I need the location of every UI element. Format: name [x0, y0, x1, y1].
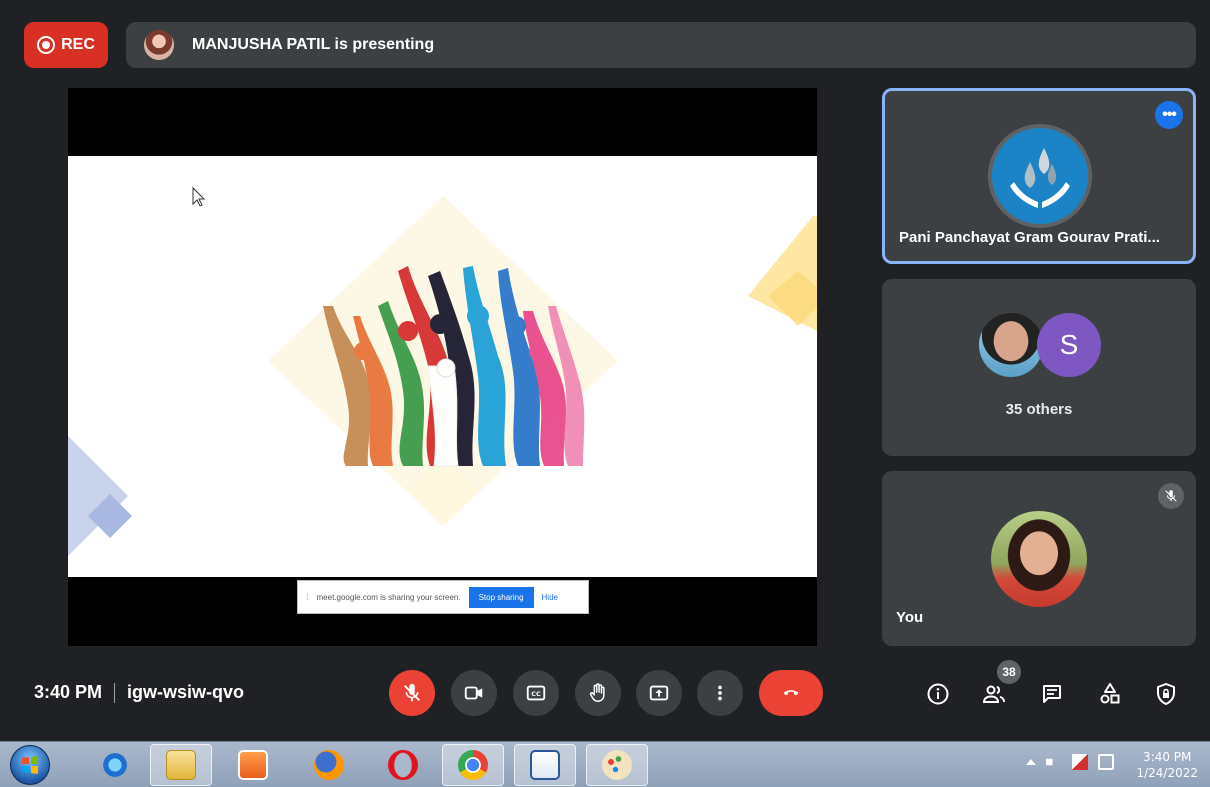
chrome-icon: [458, 750, 488, 780]
system-tray: [1026, 754, 1114, 770]
others-tile[interactable]: S 35 others: [882, 279, 1196, 456]
screen-share-notice: ⁞ meet.google.com is sharing your screen…: [297, 580, 589, 614]
svg-text:CC: CC: [531, 690, 541, 698]
clock-date: 1/24/2022: [1136, 766, 1198, 780]
divider: [114, 682, 116, 703]
meeting-info: 3:40 PM igw-wsiw-qvo: [34, 682, 244, 703]
media-player-icon: [238, 750, 268, 780]
meeting-code: igw-wsiw-qvo: [127, 682, 245, 702]
self-avatar: [991, 511, 1087, 607]
start-button[interactable]: [10, 745, 50, 785]
participant-avatar: [979, 313, 1043, 377]
meeting-details-button[interactable]: [924, 680, 952, 708]
more-options-icon[interactable]: •••: [1155, 101, 1183, 129]
self-label: You: [896, 609, 924, 626]
network-icon[interactable]: [1098, 754, 1114, 770]
vertical-dots-icon: [718, 685, 722, 701]
end-call-icon: [783, 690, 799, 696]
paint-icon: [602, 750, 632, 780]
firefox-icon: [314, 750, 344, 780]
taskbar-firefox[interactable]: [298, 744, 360, 786]
shapes-icon: [1100, 683, 1120, 704]
windows-taskbar: 3:40 PM 1/24/2022: [0, 741, 1210, 787]
meeting-time: 3:40 PM: [34, 682, 103, 702]
file-explorer-icon: [166, 750, 196, 780]
taskbar-paint[interactable]: [586, 744, 648, 786]
camera-toggle-button[interactable]: [451, 670, 497, 716]
show-hidden-icons[interactable]: [1026, 759, 1036, 765]
hand-icon: [589, 683, 605, 702]
taskbar-chrome[interactable]: [442, 744, 504, 786]
record-icon: [37, 36, 56, 54]
closed-captions-icon: CC: [526, 685, 546, 701]
windows-logo-icon: [22, 756, 38, 774]
taskbar-file-explorer[interactable]: [150, 744, 212, 786]
present-icon: [649, 685, 669, 701]
clock-time: 3:40 PM: [1143, 750, 1192, 764]
presenter-text: MANJUSHA PATIL is presenting: [192, 36, 435, 53]
opera-icon: [388, 750, 418, 780]
participant-name: Pani Panchayat Gram Gourav Prati...: [899, 229, 1160, 246]
hide-button[interactable]: Hide: [542, 593, 558, 602]
people-icon: [982, 685, 1005, 703]
taskbar-opera[interactable]: [372, 744, 434, 786]
presenter-avatar: [144, 30, 174, 60]
taskbar-word[interactable]: [514, 744, 576, 786]
more-options-button[interactable]: [697, 670, 743, 716]
leave-call-button[interactable]: [759, 670, 823, 716]
cursor-icon: [192, 186, 206, 207]
mic-off-icon: [404, 683, 420, 702]
internet-explorer-icon: [100, 750, 130, 780]
others-count-label: 35 others: [1005, 401, 1073, 418]
participants-button[interactable]: [980, 680, 1008, 708]
action-center-flag-icon[interactable]: [1072, 754, 1088, 770]
rec-label: REC: [61, 36, 95, 53]
participant-logo: [988, 124, 1092, 228]
activities-button[interactable]: [1096, 680, 1124, 708]
chat-icon: [1043, 685, 1061, 703]
share-notice-text: meet.google.com is sharing your screen.: [316, 592, 461, 602]
slide-artwork: [68, 186, 817, 556]
muted-mic-icon: [1158, 483, 1184, 509]
info-icon: [927, 683, 949, 705]
presenter-banner: MANJUSHA PATIL is presenting: [126, 22, 1196, 68]
stop-sharing-button[interactable]: Stop sharing: [468, 586, 534, 608]
word-icon: [530, 750, 560, 780]
present-screen-button[interactable]: [636, 670, 682, 716]
participants-count-badge: 38: [997, 660, 1021, 684]
captions-button[interactable]: CC: [513, 670, 559, 716]
pinned-participant-tile[interactable]: ••• Pani Panchayat Gram Gourav Prati...: [882, 88, 1196, 264]
camera-icon: [464, 686, 483, 700]
recording-indicator[interactable]: REC: [24, 22, 108, 68]
mic-toggle-button[interactable]: [389, 670, 435, 716]
volume-icon[interactable]: [1046, 754, 1059, 770]
presentation-slide: [68, 156, 817, 577]
taskbar-media-player[interactable]: [222, 744, 284, 786]
shared-screen: ⁞ meet.google.com is sharing your screen…: [68, 88, 817, 646]
participant-initial-avatar: S: [1037, 313, 1101, 377]
shield-lock-icon: [1157, 683, 1175, 705]
self-tile[interactable]: You: [882, 471, 1196, 646]
taskbar-internet-explorer[interactable]: [84, 744, 146, 786]
chat-button[interactable]: [1038, 680, 1066, 708]
system-clock[interactable]: 3:40 PM 1/24/2022: [1136, 749, 1198, 781]
host-controls-button[interactable]: [1152, 680, 1180, 708]
raise-hand-button[interactable]: [575, 670, 621, 716]
drag-handle-icon[interactable]: ⁞: [306, 592, 309, 602]
